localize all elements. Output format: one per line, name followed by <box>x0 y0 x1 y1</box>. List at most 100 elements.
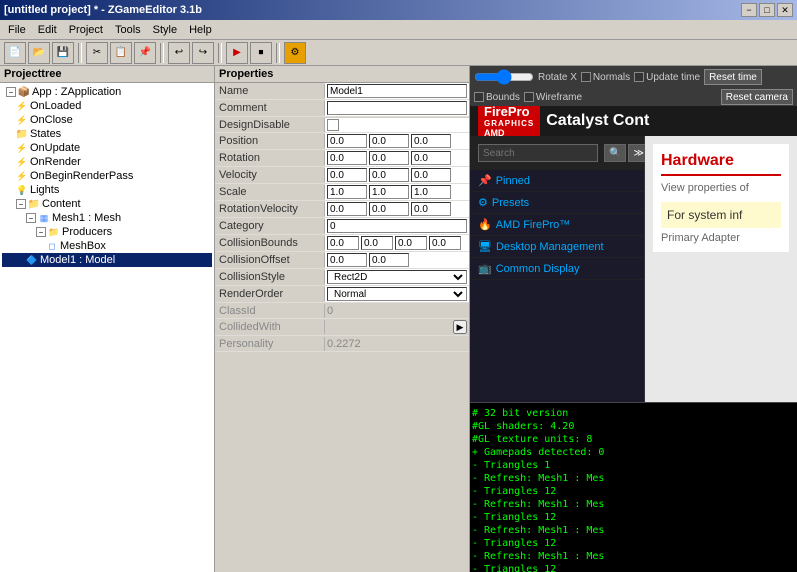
log-line-11: - Triangles 12 <box>472 537 793 550</box>
tb-cut[interactable]: ✂ <box>86 42 108 64</box>
meshbox-icon: ◻ <box>46 240 58 252</box>
expand-mesh1[interactable]: − <box>26 213 36 223</box>
tb-open[interactable]: 📂 <box>28 42 50 64</box>
reset-camera-button[interactable]: Reset camera <box>721 89 793 105</box>
tree-item-onupdate[interactable]: ⚡ OnUpdate <box>2 141 212 155</box>
toolbar-sep-4 <box>276 43 280 63</box>
viewport-main: FirePro GRAPHICS AMD Catalyst Cont 🔍 <box>470 106 797 572</box>
menu-edit[interactable]: Edit <box>32 22 63 38</box>
tree-item-meshbox[interactable]: ◻ MeshBox <box>2 239 212 253</box>
tree-item-lights[interactable]: 💡 Lights <box>2 183 212 197</box>
prop-select-collisionstyle[interactable]: Rect2D Circle None <box>327 270 467 284</box>
expand-content[interactable]: − <box>16 199 26 209</box>
menu-tools[interactable]: Tools <box>109 22 147 38</box>
menu-project[interactable]: Project <box>63 22 109 38</box>
prop-row-rotation: Rotation <box>215 150 469 167</box>
amd-search-input[interactable] <box>478 144 598 162</box>
tree-item-content[interactable]: − 📁 Content <box>2 197 212 211</box>
prop-checkbox-designdisable[interactable] <box>327 119 339 131</box>
log-line-10: - Refresh: Mesh1 : Mes <box>472 524 793 537</box>
prop-cb-1[interactable] <box>327 236 359 250</box>
prop-cb-2[interactable] <box>361 236 393 250</box>
minimize-button[interactable]: − <box>741 3 757 17</box>
tree-item-onloaded[interactable]: ⚡ OnLoaded <box>2 99 212 113</box>
log-line-1: # 32 bit version <box>472 407 793 420</box>
update-time-checkbox[interactable] <box>634 72 644 82</box>
prop-select-renderorder[interactable]: Normal Background Foreground <box>327 287 467 301</box>
tb-redo[interactable]: ↪ <box>192 42 214 64</box>
prop-label-comment: Comment <box>215 101 325 115</box>
tb-stop[interactable]: ⏹ <box>250 42 272 64</box>
prop-rotvel-z[interactable] <box>411 202 451 216</box>
amd-menu-desktop[interactable]: 🖥 Desktop Management <box>470 236 644 258</box>
normals-checkbox[interactable] <box>581 72 591 82</box>
tb-paste[interactable]: 📌 <box>134 42 156 64</box>
prop-rotvel-x[interactable] <box>327 202 367 216</box>
prop-label-personality: Personality <box>215 337 325 351</box>
menu-style[interactable]: Style <box>147 22 183 38</box>
tree-item-app[interactable]: − 📦 App : ZApplication <box>2 85 212 99</box>
expand-app[interactable]: − <box>6 87 16 97</box>
tree-item-onrender[interactable]: ⚡ OnRender <box>2 155 212 169</box>
menu-help[interactable]: Help <box>183 22 218 38</box>
collidedwith-expand-btn[interactable]: ▶ <box>453 320 467 334</box>
tb-new[interactable]: 📄 <box>4 42 26 64</box>
amd-menu-firepro[interactable]: 🔥 AMD FirePro™ <box>470 214 644 236</box>
graphics-text: GRAPHICS <box>484 119 534 128</box>
tb-run[interactable]: ▶ <box>226 42 248 64</box>
tree-item-onclose[interactable]: ⚡ OnClose <box>2 113 212 127</box>
prop-label-classid: ClassId <box>215 304 325 318</box>
tb-save[interactable]: 💾 <box>52 42 74 64</box>
prop-velocity-z[interactable] <box>411 168 451 182</box>
prop-co-2[interactable] <box>369 253 409 267</box>
prop-text-personality: 0.2272 <box>327 338 361 350</box>
tree-item-producers[interactable]: − 📁 Producers <box>2 225 212 239</box>
tree-item-mesh1[interactable]: − ▦ Mesh1 : Mesh <box>2 211 212 225</box>
prop-rotation-y[interactable] <box>369 151 409 165</box>
prop-label-collisionoffset: CollisionOffset <box>215 253 325 267</box>
prop-scale-z[interactable] <box>411 185 451 199</box>
prop-input-name[interactable] <box>327 84 467 98</box>
amd-menu-display[interactable]: 📺 Common Display <box>470 258 644 280</box>
reset-time-button[interactable]: Reset time <box>704 69 762 85</box>
prop-rotation-z[interactable] <box>411 151 451 165</box>
prop-scale-y[interactable] <box>369 185 409 199</box>
close-button[interactable]: ✕ <box>777 3 793 17</box>
tree-item-onbeginrenderpass[interactable]: ⚡ OnBeginRenderPass <box>2 169 212 183</box>
tb-undo[interactable]: ↩ <box>168 42 190 64</box>
tree-item-states[interactable]: 📁 States <box>2 127 212 141</box>
prop-position-x[interactable] <box>327 134 367 148</box>
menu-file[interactable]: File <box>2 22 32 38</box>
onclose-icon: ⚡ <box>16 114 28 126</box>
prop-co-1[interactable] <box>327 253 367 267</box>
toolbar: 📄 📂 💾 ✂ 📋 📌 ↩ ↪ ▶ ⏹ ⚙ <box>0 40 797 66</box>
wireframe-checkbox[interactable] <box>524 92 534 102</box>
hardware-title: Hardware <box>661 152 781 176</box>
bounds-checkbox[interactable] <box>474 92 484 102</box>
prop-position-y[interactable] <box>369 134 409 148</box>
maximize-button[interactable]: □ <box>759 3 775 17</box>
prop-cb-3[interactable] <box>395 236 427 250</box>
amd-search-button[interactable]: 🔍 <box>604 144 626 162</box>
tb-extra[interactable]: ⚙ <box>284 42 306 64</box>
prop-position-z[interactable] <box>411 134 451 148</box>
amd-menu-presets[interactable]: ⚙ Presets <box>470 192 644 214</box>
prop-velocity-y[interactable] <box>369 168 409 182</box>
prop-rotation-x[interactable] <box>327 151 367 165</box>
project-tree-panel: Projecttree − 📦 App : ZApplication ⚡ OnL… <box>0 66 215 572</box>
primary-adapter-text: Primary Adapter <box>661 232 781 244</box>
mesh1-icon: ▦ <box>38 212 50 224</box>
prop-input-category[interactable] <box>327 219 467 233</box>
prop-velocity-x[interactable] <box>327 168 367 182</box>
rotate-x-slider[interactable] <box>474 71 534 83</box>
prop-input-comment[interactable] <box>327 101 467 115</box>
amd-menu-pinned[interactable]: 📌 Pinned <box>470 170 644 192</box>
tb-copy[interactable]: 📋 <box>110 42 132 64</box>
prop-cb-4[interactable] <box>429 236 461 250</box>
expand-producers[interactable]: − <box>36 227 46 237</box>
onrender-icon: ⚡ <box>16 156 28 168</box>
tree-item-model1[interactable]: 🔷 Model1 : Model <box>2 253 212 267</box>
prop-value-designdisable <box>325 118 469 132</box>
prop-scale-x[interactable] <box>327 185 367 199</box>
prop-rotvel-y[interactable] <box>369 202 409 216</box>
